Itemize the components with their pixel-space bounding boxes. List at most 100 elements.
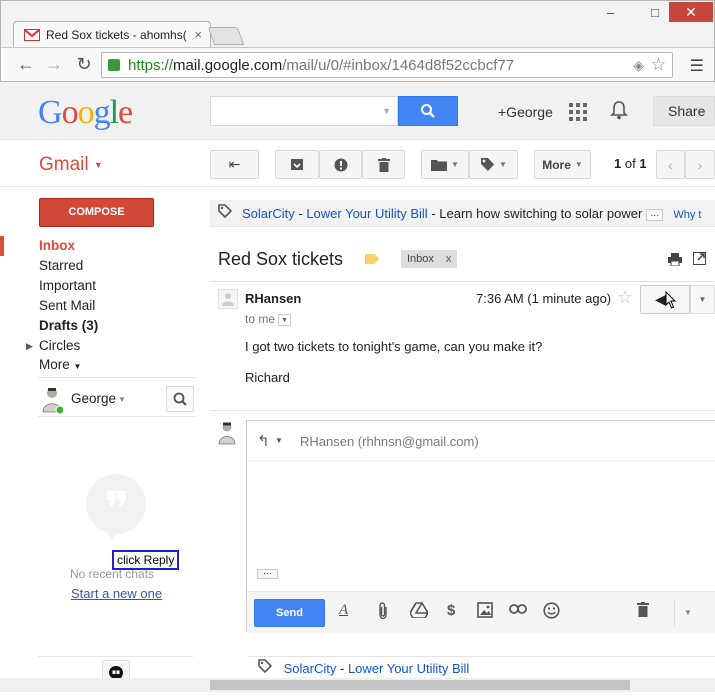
- ad-headline-link[interactable]: Lower Your Utility Bill: [306, 206, 427, 221]
- chevron-down-icon[interactable]: ▼: [118, 395, 126, 404]
- remove-label-button[interactable]: x: [446, 253, 452, 265]
- browser-tab[interactable]: Red Sox tickets - ahomhs( ×: [13, 21, 211, 47]
- gmail-label: Gmail: [39, 154, 89, 175]
- pager: 1 of 1: [614, 156, 647, 171]
- extension-icon[interactable]: ◈: [633, 57, 644, 74]
- older-button[interactable]: ›: [685, 150, 715, 179]
- instruction-tooltip: click Reply: [112, 550, 180, 570]
- composer-body-input[interactable]: [247, 462, 715, 562]
- google-header: Google ▼ +George Share: [0, 82, 715, 140]
- reload-button[interactable]: ↻: [73, 54, 95, 75]
- message-more-options-button[interactable]: ▼: [690, 285, 715, 314]
- sidebar-item-starred[interactable]: Starred: [0, 256, 200, 276]
- insert-link-icon[interactable]: [509, 602, 527, 619]
- send-button[interactable]: Send: [254, 599, 325, 627]
- gmail-menu[interactable]: Gmail ▼: [39, 154, 103, 176]
- window-close-button[interactable]: ✕: [669, 2, 713, 22]
- show-trimmed-content-button[interactable]: ···: [257, 569, 278, 579]
- hangouts-search-button[interactable]: [166, 386, 194, 412]
- more-actions-button[interactable]: More ▼: [534, 150, 591, 179]
- print-all-icon[interactable]: [668, 253, 682, 269]
- spam-icon: [334, 158, 347, 171]
- ad-more-button[interactable]: ···: [646, 208, 664, 221]
- ad-tag-icon: [258, 659, 276, 676]
- mouse-cursor-icon: [665, 291, 677, 309]
- insert-emoji-icon[interactable]: [543, 602, 560, 623]
- recipient-text: to me: [245, 312, 276, 326]
- chevron-down-icon[interactable]: ▼: [275, 436, 283, 445]
- sidebar-nav: Inbox Starred Important Sent Mail Drafts…: [0, 236, 200, 374]
- chevron-down-icon[interactable]: ▼: [684, 608, 692, 617]
- message-body-line: I got two tickets to tonight's game, can…: [245, 339, 543, 354]
- search-button[interactable]: [398, 96, 458, 126]
- ad-advertiser-link[interactable]: SolarCity: [284, 661, 337, 676]
- archive-button[interactable]: [275, 150, 319, 179]
- lock-icon: [108, 59, 120, 71]
- start-new-hangout-link[interactable]: Start a new one: [71, 586, 162, 601]
- apps-grid-icon[interactable]: [569, 103, 587, 121]
- google-logo[interactable]: Google: [38, 94, 133, 132]
- sidebar-item-inbox[interactable]: Inbox: [0, 236, 200, 256]
- new-window-icon[interactable]: [693, 252, 706, 268]
- sidebar-item-circles[interactable]: ▶ Circles: [0, 336, 200, 356]
- attach-file-icon[interactable]: [377, 602, 389, 624]
- url-host: mail.google.com: [173, 56, 283, 74]
- chevron-down-icon: ▼: [499, 160, 507, 169]
- horizontal-scrollbar-thumb[interactable]: [210, 680, 630, 690]
- sidebar-item-drafts[interactable]: Drafts (3): [0, 316, 200, 336]
- importance-marker-icon[interactable]: [365, 254, 379, 264]
- sidebar-item-important[interactable]: Important: [0, 276, 200, 296]
- sender-name[interactable]: RHansen: [245, 291, 301, 306]
- back-button[interactable]: ←: [15, 54, 37, 75]
- ad-why-link[interactable]: Why t: [673, 209, 701, 221]
- delete-button[interactable]: [362, 150, 405, 179]
- discard-draft-trash-icon[interactable]: [637, 602, 649, 621]
- user-avatar[interactable]: [41, 386, 65, 415]
- pager-total: 1: [639, 156, 647, 171]
- address-bar[interactable]: https://mail.google.com/mail/u/0/#inbox/…: [101, 52, 673, 78]
- move-to-button[interactable]: ▼: [421, 150, 469, 179]
- google-plus-user-link[interactable]: +George: [498, 104, 553, 120]
- insert-photo-icon[interactable]: [477, 602, 493, 622]
- sidebar-item-sent-mail[interactable]: Sent Mail: [0, 296, 200, 316]
- back-to-inbox-button[interactable]: ⇤: [210, 150, 259, 179]
- share-button[interactable]: Share: [653, 96, 715, 126]
- logo-letter: l: [109, 94, 120, 131]
- ad-banner: SolarCity - Lower Your Utility Bill - Le…: [210, 200, 715, 227]
- reply-button[interactable]: ◀: [640, 285, 690, 314]
- report-spam-button[interactable]: [319, 150, 362, 179]
- hangouts-user-name[interactable]: George: [71, 391, 116, 406]
- gmail-favicon-icon: [24, 28, 40, 41]
- mail-search-input[interactable]: ▼: [210, 96, 398, 126]
- new-tab-button[interactable]: [207, 27, 245, 45]
- ad-advertiser-link[interactable]: SolarCity: [242, 206, 295, 221]
- compose-button[interactable]: COMPOSE: [39, 198, 154, 227]
- tab-close-icon[interactable]: ×: [194, 27, 202, 42]
- forward-button[interactable]: →: [43, 54, 65, 75]
- inbox-label-chip: Inbox x: [401, 250, 458, 268]
- ad-headline-link[interactable]: Lower Your Utility Bill: [348, 661, 469, 676]
- star-icon[interactable]: ☆: [617, 287, 633, 308]
- labels-button[interactable]: ▼: [469, 150, 518, 179]
- show-details-dropdown-icon[interactable]: ▼: [278, 313, 292, 326]
- bookmark-star-icon[interactable]: ☆: [651, 55, 666, 75]
- divider: [210, 281, 715, 282]
- insert-money-icon[interactable]: $: [447, 602, 455, 619]
- pager-current: 1: [614, 156, 622, 171]
- google-drive-icon[interactable]: [409, 602, 429, 622]
- newer-button[interactable]: ‹: [656, 150, 685, 179]
- browser-menu-icon[interactable]: ☰: [690, 56, 704, 76]
- search-options-dropdown-icon[interactable]: ▼: [382, 106, 391, 116]
- minimize-button[interactable]: –: [607, 5, 614, 20]
- logo-letter: g: [93, 94, 111, 131]
- sidebar-item-more[interactable]: More ▼: [0, 356, 200, 374]
- quote-glyph: ❞: [104, 484, 130, 537]
- maximize-button[interactable]: □: [651, 5, 659, 20]
- expand-triangle-icon[interactable]: ▶: [26, 336, 33, 356]
- folder-icon: [431, 159, 448, 171]
- recipient-line: to me ▼: [245, 312, 292, 326]
- composer-recipient[interactable]: RHansen (rhhnsn@gmail.com): [300, 434, 479, 449]
- formatting-options-icon[interactable]: A: [339, 602, 348, 619]
- reply-type-icon[interactable]: ↰: [257, 432, 270, 450]
- notifications-bell-icon[interactable]: [610, 100, 628, 125]
